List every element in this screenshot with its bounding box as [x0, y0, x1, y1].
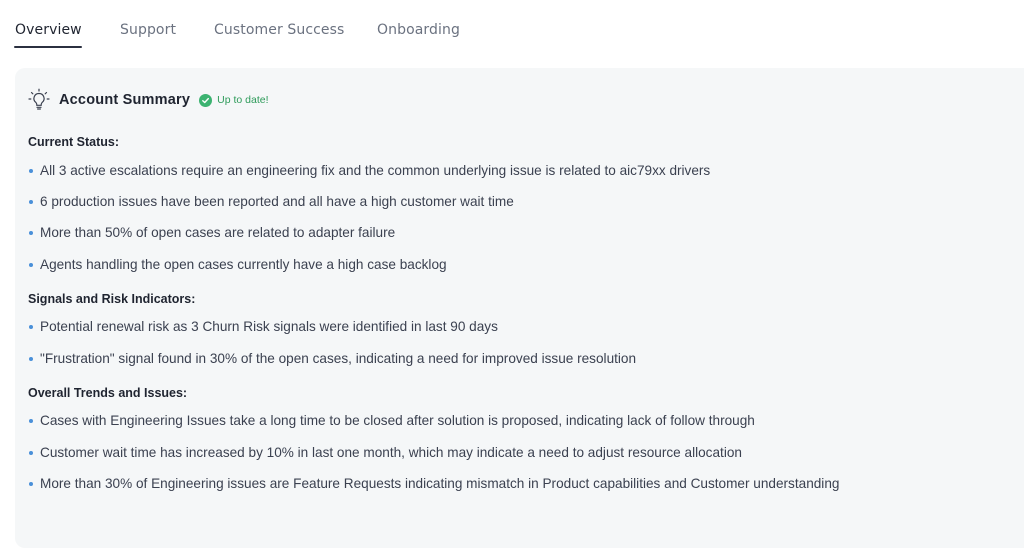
status-badge: Up to date!: [217, 94, 269, 106]
list-item: Agents handling the open cases currently…: [28, 257, 447, 272]
check-circle-icon: [199, 93, 213, 107]
list-item: More than 50% of open cases are related …: [28, 225, 395, 240]
list-item-text: More than 50% of open cases are related …: [40, 225, 396, 240]
bullet-dot: [29, 199, 33, 204]
section-heading-signals: Signals and Risk Indicators:: [28, 292, 196, 306]
section-heading-current-status: Current Status:: [28, 135, 119, 149]
bullet-dot: [29, 168, 33, 173]
bullet-dot: [29, 481, 33, 486]
tab-bar: Overview Support Customer Success Onboar…: [0, 0, 1024, 52]
bullet-dot: [29, 324, 33, 329]
list-item: More than 30% of Engineering issues are …: [28, 476, 839, 491]
bullet-dot: [29, 450, 33, 455]
tab-customer-success[interactable]: Customer Success: [214, 22, 344, 38]
bullet-dot: [29, 262, 33, 267]
active-tab-indicator: [14, 46, 82, 48]
tab-support[interactable]: Support: [120, 22, 176, 38]
list-item-text: All 3 active escalations require an engi…: [40, 163, 711, 178]
bullet-dot: [29, 230, 33, 235]
bullet-dot: [29, 418, 33, 423]
list-item-text: 6 production issues have been reported a…: [40, 194, 514, 209]
list-item-text: "Frustration" signal found in 30% of the…: [40, 351, 637, 366]
section-heading-trends: Overall Trends and Issues:: [28, 386, 188, 400]
list-item-text: Potential renewal risk as 3 Churn Risk s…: [40, 319, 498, 334]
list-item-text: Agents handling the open cases currently…: [40, 257, 447, 272]
list-item: Potential renewal risk as 3 Churn Risk s…: [28, 319, 498, 334]
list-item-text: Customer wait time has increased by 10% …: [40, 445, 742, 460]
tab-overview[interactable]: Overview: [15, 22, 82, 38]
list-item: All 3 active escalations require an engi…: [28, 163, 710, 178]
list-item-text: Cases with Engineering Issues take a lon…: [40, 413, 755, 428]
lightbulb-icon: [28, 88, 50, 112]
summary-header: Account Summary Up to date!: [28, 88, 269, 112]
summary-title: Account Summary: [59, 92, 191, 108]
bullet-dot: [29, 356, 33, 361]
tab-onboarding[interactable]: Onboarding: [377, 22, 460, 38]
list-item: Cases with Engineering Issues take a lon…: [28, 413, 755, 428]
list-item-text: More than 30% of Engineering issues are …: [40, 476, 840, 491]
list-item: "Frustration" signal found in 30% of the…: [28, 351, 636, 366]
list-item: 6 production issues have been reported a…: [28, 194, 514, 209]
list-item: Customer wait time has increased by 10% …: [28, 445, 742, 460]
